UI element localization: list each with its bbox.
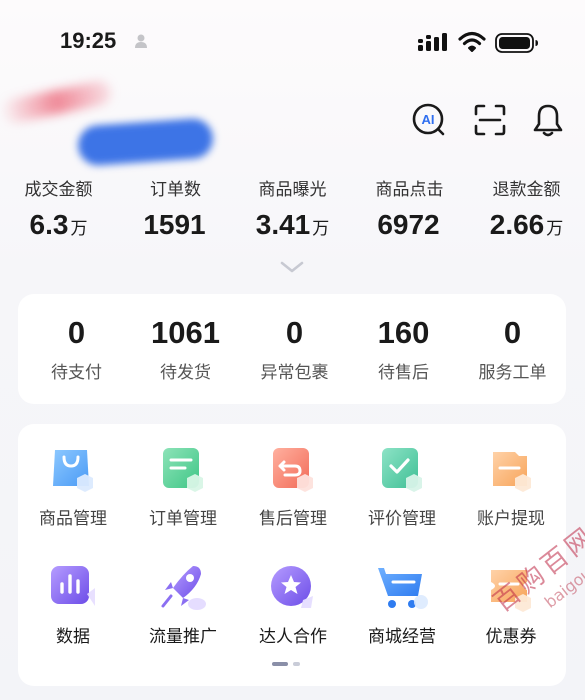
status-bar: 19:25	[0, 0, 585, 80]
coupon-icon	[491, 570, 531, 612]
tool-label: 评价管理	[368, 509, 436, 529]
person-icon	[135, 34, 147, 48]
order-status-abnormal-package[interactable]: 0 异常包裹	[240, 316, 349, 384]
metric-orders[interactable]: 订单数 1591	[117, 178, 234, 244]
tool-label: 商城经营	[368, 627, 436, 647]
after-sale-return-icon	[273, 448, 313, 492]
page-indicator-active	[272, 662, 288, 666]
order-count: 160	[377, 315, 430, 350]
tool-label: 数据	[56, 627, 90, 647]
metric-gmv[interactable]: 成交金额 6.3 万	[0, 178, 117, 244]
battery-icon	[495, 33, 538, 53]
ai-assistant-icon[interactable]: AI	[411, 102, 447, 138]
wallet-withdraw-icon	[493, 452, 531, 492]
order-count: 1061	[151, 315, 220, 350]
tool-order-management[interactable]: 订单管理	[128, 444, 238, 530]
metric-clicks[interactable]: 商品点击 6972	[351, 178, 468, 244]
metric-label: 订单数	[150, 180, 201, 200]
tool-label: 账户提现	[477, 509, 545, 529]
data-chart-icon	[51, 566, 95, 606]
ai-icon-label: AI	[422, 112, 435, 127]
order-count: 0	[503, 315, 522, 350]
metric-value: 6972	[377, 209, 440, 240]
metric-label: 退款金额	[492, 180, 561, 200]
tool-traffic-promotion[interactable]: 流量推广	[128, 562, 238, 648]
order-count: 0	[67, 315, 86, 350]
order-doc-icon	[163, 448, 203, 492]
metric-value: 2.66 万	[489, 209, 564, 240]
metric-refunds[interactable]: 退款金额 2.66 万	[468, 178, 585, 244]
tool-product-management[interactable]: 商品管理	[18, 444, 128, 530]
order-label: 服务工单	[478, 363, 547, 383]
tool-influencer-cooperation[interactable]: 达人合作	[238, 562, 348, 648]
product-bag-icon	[53, 450, 93, 492]
metric-value: 1591	[143, 209, 206, 240]
bell-icon[interactable]	[530, 102, 566, 138]
metric-exposure[interactable]: 商品曝光 3.41 万	[234, 178, 351, 244]
sales-metrics: 成交金额 6.3 万 订单数 1591 商品曝光 3.41 万 商品点击 6972 …	[0, 178, 585, 240]
tool-label: 商品管理	[39, 509, 107, 529]
order-label: 待售后	[378, 363, 429, 383]
order-label: 异常包裹	[260, 363, 329, 383]
tool-account-withdraw[interactable]: 账户提现	[456, 444, 566, 530]
tool-label: 优惠券	[485, 627, 537, 647]
tool-coupon[interactable]: 优惠券	[456, 562, 566, 648]
metric-label: 商品点击	[375, 180, 444, 200]
order-status-pending-shipment[interactable]: 1061 待发货	[131, 316, 240, 384]
tool-label: 订单管理	[149, 509, 217, 529]
metric-value: 3.41 万	[255, 209, 330, 240]
order-status-after-sale[interactable]: 160 待售后	[349, 316, 458, 384]
tool-label: 流量推广	[149, 627, 217, 647]
tool-after-sale-management[interactable]: 售后管理	[238, 444, 348, 530]
tool-mall-operation[interactable]: 商城经营	[347, 562, 457, 648]
order-count: 0	[285, 315, 304, 350]
shopping-cart-icon	[378, 568, 428, 609]
review-check-icon	[382, 448, 422, 492]
order-label: 待支付	[51, 363, 102, 383]
scan-icon[interactable]	[472, 102, 508, 138]
tool-review-management[interactable]: 评价管理	[347, 444, 457, 530]
tool-data[interactable]: 数据	[18, 562, 128, 648]
metric-label: 商品曝光	[258, 180, 327, 200]
star-badge-icon	[271, 566, 313, 608]
order-status-pending-payment[interactable]: 0 待支付	[22, 316, 131, 384]
order-label: 待发货	[160, 363, 211, 383]
page-indicator-inactive	[293, 662, 300, 666]
tool-label: 售后管理	[259, 509, 327, 529]
rocket-icon	[161, 566, 206, 610]
chevron-down-icon[interactable]	[279, 260, 305, 274]
order-status-service-tickets[interactable]: 0 服务工单	[458, 316, 567, 384]
status-time: 19:25	[60, 28, 117, 53]
cellular-signal-icon	[418, 33, 447, 51]
metric-value: 6.3 万	[29, 209, 88, 240]
tool-label: 达人合作	[259, 627, 327, 647]
tools-grid-card: 商品管理 订单管理 售后管理 评价管理 账户提现 数据 流量推广 达人合作 商城…	[18, 424, 566, 686]
shop-brand-blurred[interactable]	[0, 70, 240, 180]
order-status-card: 0 待支付 1061 待发货 0 异常包裹 160 待售后 0 服务工单	[18, 294, 566, 404]
metric-label: 成交金额	[24, 180, 93, 200]
wifi-icon	[458, 31, 486, 52]
